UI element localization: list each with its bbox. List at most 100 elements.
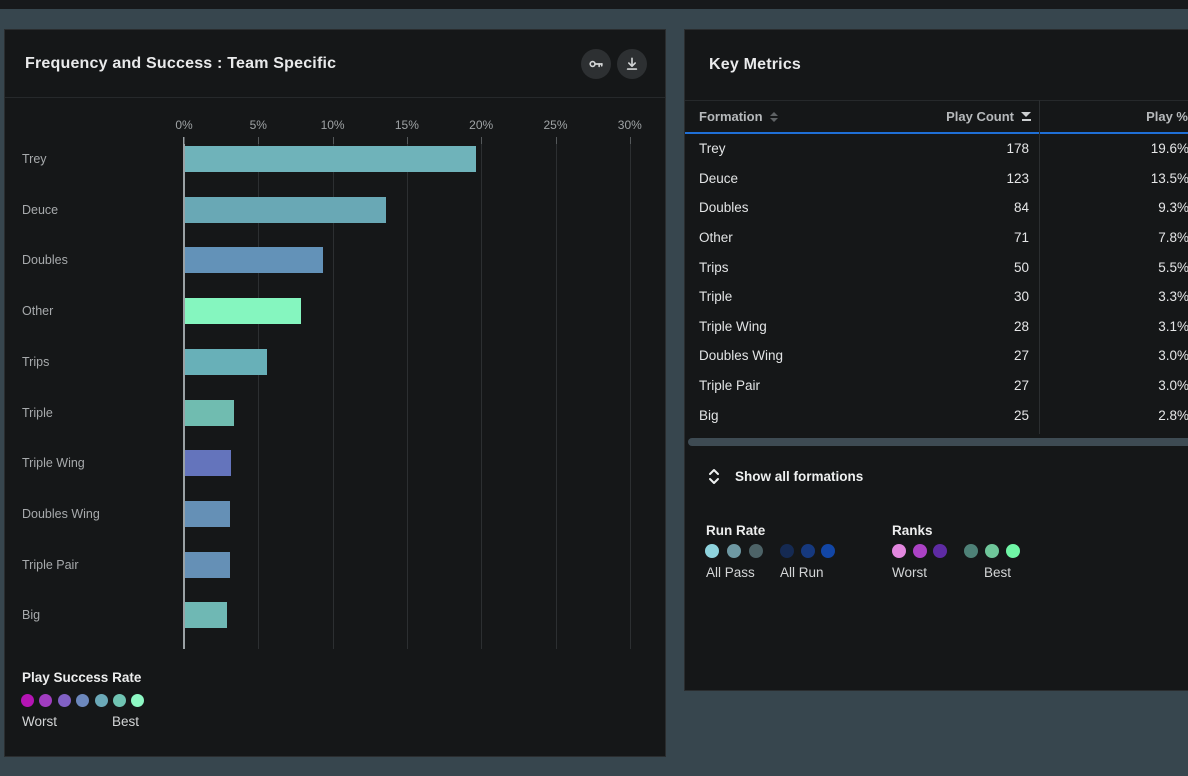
show-all-formations-label: Show all formations (735, 469, 863, 484)
bar-other[interactable] (185, 298, 301, 324)
bar-triple[interactable] (185, 400, 234, 426)
cell-play-pct: 3.0% (1039, 378, 1188, 393)
cell-play-pct: 5.5% (1039, 260, 1188, 275)
x-axis-tick-label: 15% (395, 118, 419, 132)
table-row-trips[interactable]: Trips505.5% (685, 252, 1188, 282)
ranks-legend-title: Ranks (892, 523, 933, 538)
cell-play-count: 50 (879, 260, 1039, 275)
column-header-play-count-label: Play Count (946, 109, 1014, 124)
cell-play-pct: 7.8% (1039, 230, 1188, 245)
cell-play-count: 27 (879, 378, 1039, 393)
x-axis-tick-label: 20% (469, 118, 493, 132)
bar-trips[interactable] (185, 349, 267, 375)
top-app-bar (0, 0, 1188, 9)
table-row-doubles-wing[interactable]: Doubles Wing273.0% (685, 341, 1188, 371)
download-icon (623, 55, 641, 73)
x-axis-tick-label: 5% (250, 118, 267, 132)
cell-formation: Doubles Wing (685, 348, 879, 363)
cell-play-pct: 3.1% (1039, 319, 1188, 334)
axis-tick-mark (630, 137, 631, 144)
cell-play-pct: 3.0% (1039, 348, 1188, 363)
run-rate-pass-dot (749, 544, 763, 558)
x-axis-tick-label: 30% (618, 118, 642, 132)
axis-tick-mark (258, 137, 259, 144)
column-header-play-pct[interactable]: Play % (1037, 109, 1188, 124)
success-legend-worst-label: Worst (22, 714, 57, 729)
sort-icon (770, 112, 778, 122)
table-header-row: Formation Play Count Play % (685, 100, 1188, 132)
y-axis-label-doubles-wing: Doubles Wing (22, 507, 100, 521)
table-row-triple[interactable]: Triple303.3% (685, 282, 1188, 312)
column-header-play-count[interactable]: Play Count (877, 109, 1037, 124)
run-rate-legend-title: Run Rate (706, 523, 765, 538)
table-row-trey[interactable]: Trey17819.6% (685, 134, 1188, 164)
cell-formation: Big (685, 408, 879, 423)
cell-play-count: 84 (879, 200, 1039, 215)
sort-descending-icon (1021, 112, 1031, 121)
frequency-success-panel: Frequency and Success : Team Specific Pl… (4, 29, 666, 757)
y-axis-label-deuce: Deuce (22, 203, 58, 217)
bar-doubles-wing[interactable] (185, 501, 230, 527)
success-legend-best-label: Best (112, 714, 139, 729)
run-rate-run-dot (801, 544, 815, 558)
ranks-worst-label: Worst (892, 565, 927, 580)
cell-play-pct: 2.8% (1039, 408, 1188, 423)
table-row-triple-wing[interactable]: Triple Wing283.1% (685, 312, 1188, 342)
axis-tick-mark (333, 137, 334, 144)
chart-panel-header: Frequency and Success : Team Specific (5, 30, 665, 98)
cell-play-pct: 3.3% (1039, 289, 1188, 304)
bar-deuce[interactable] (185, 197, 386, 223)
ranks-worst-dot (892, 544, 906, 558)
cell-formation: Other (685, 230, 879, 245)
ranks-best-dot (964, 544, 978, 558)
y-axis-label-big: Big (22, 608, 40, 622)
table-row-triple-pair[interactable]: Triple Pair273.0% (685, 371, 1188, 401)
cell-play-count: 27 (879, 348, 1039, 363)
column-header-formation[interactable]: Formation (685, 109, 877, 124)
y-axis-label-trips: Trips (22, 355, 49, 369)
key-metrics-table-body: Trey17819.6%Deuce12313.5%Doubles849.3%Ot… (685, 134, 1188, 430)
cell-play-pct: 13.5% (1039, 171, 1188, 186)
table-row-deuce[interactable]: Deuce12313.5% (685, 164, 1188, 194)
gridline (630, 137, 631, 649)
y-axis-label-triple-wing: Triple Wing (22, 456, 85, 470)
cell-formation: Triple (685, 289, 879, 304)
success-scale-dot (95, 694, 108, 707)
cell-play-count: 123 (879, 171, 1039, 186)
y-axis-label-other: Other (22, 304, 53, 318)
y-axis-label-doubles: Doubles (22, 253, 68, 267)
show-all-formations-button[interactable]: Show all formations (708, 468, 863, 485)
x-axis-tick-label: 25% (543, 118, 567, 132)
y-axis-label-triple-pair: Triple Pair (22, 558, 79, 572)
x-axis-tick-label: 0% (175, 118, 192, 132)
bar-triple-wing[interactable] (185, 450, 231, 476)
chart-panel-title: Frequency and Success : Team Specific (25, 55, 336, 73)
run-rate-run-dot (821, 544, 835, 558)
ranks-best-dot (1006, 544, 1020, 558)
bar-triple-pair[interactable] (185, 552, 230, 578)
gridline (481, 137, 482, 649)
horizontal-scrollbar[interactable] (688, 438, 1188, 446)
all-pass-label: All Pass (706, 565, 755, 580)
cell-formation: Trips (685, 260, 879, 275)
run-rate-pass-dot (727, 544, 741, 558)
download-button[interactable] (617, 49, 647, 79)
gridline (556, 137, 557, 649)
bar-doubles[interactable] (185, 247, 323, 273)
key-button[interactable] (581, 49, 611, 79)
run-rate-pass-dot (705, 544, 719, 558)
all-run-label: All Run (780, 565, 824, 580)
table-row-other[interactable]: Other717.8% (685, 223, 1188, 253)
bar-big[interactable] (185, 602, 227, 628)
cell-formation: Triple Wing (685, 319, 879, 334)
table-row-big[interactable]: Big252.8% (685, 400, 1188, 430)
cell-play-pct: 9.3% (1039, 200, 1188, 215)
table-row-doubles[interactable]: Doubles849.3% (685, 193, 1188, 223)
key-metrics-panel: Key Metrics Formation Play Count Play % … (684, 29, 1188, 691)
y-axis-label-triple: Triple (22, 406, 53, 420)
bar-trey[interactable] (185, 146, 476, 172)
key-icon (587, 55, 605, 73)
cell-play-pct: 19.6% (1039, 141, 1188, 156)
success-legend-title: Play Success Rate (22, 670, 141, 685)
success-scale-dot (21, 694, 34, 707)
